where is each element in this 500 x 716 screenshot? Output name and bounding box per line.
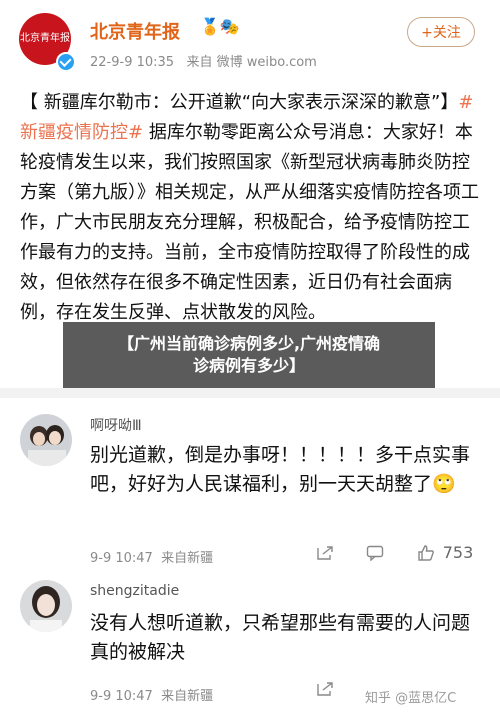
comment-location: 来自新疆 <box>161 551 214 566</box>
author-name[interactable]: 北京青年报 <box>90 18 180 44</box>
post-source: 来自 微博 weibo.com <box>186 55 317 70</box>
comment-time: 9-9 10:47 <box>90 551 153 566</box>
comment-username[interactable]: 啊呀呦Ⅲ <box>90 415 142 435</box>
author-badges-icon: 🏅🎭 <box>200 17 240 36</box>
verified-icon <box>56 52 76 72</box>
share-icon[interactable] <box>316 545 334 561</box>
post-header: 北京青年报 北京青年报 🏅🎭 22-9-9 10:35 来自 微博 weibo.… <box>0 0 500 80</box>
follow-button[interactable]: +关注 <box>407 17 475 47</box>
post-body: 【 新疆库尔勒市：公开道歉“向大家表示深深的歉意”】#新疆疫情防控# 据库尔勒零… <box>20 88 480 328</box>
watermark: 知乎 @蓝思亿C <box>365 691 457 706</box>
comment-username[interactable]: shengzitadie <box>90 583 179 599</box>
post-headline: 【 新疆库尔勒市：公开道歉“向大家表示深深的歉意”】 <box>20 92 459 113</box>
comment-time: 9-9 10:47 <box>90 689 153 704</box>
comment-meta: 9-9 10:47 来自新疆 <box>90 685 213 704</box>
avatar-photo-icon <box>20 580 72 632</box>
comment-meta: 9-9 10:47 来自新疆 <box>90 547 213 566</box>
overlay-line-2: 诊病例有多少】 <box>192 356 305 375</box>
comment-text: 别光道歉，倒是办事呀！！！！！多干点实事吧，好好为人民谋福利，别一天天胡整了🙄 <box>90 444 471 495</box>
comment-avatar[interactable] <box>20 414 72 466</box>
weibo-post-page: 北京青年报 北京青年报 🏅🎭 22-9-9 10:35 来自 微博 weibo.… <box>0 0 500 716</box>
post-body-text: 据库尔勒零距离公众号消息：大家好！本轮疫情发生以来，我们按照国家《新型冠状病毒肺… <box>20 122 479 323</box>
post-timestamp: 22-9-9 10:35 <box>90 55 175 70</box>
share-icon[interactable] <box>316 681 334 697</box>
comment-avatar[interactable] <box>20 580 72 632</box>
avatar-text: 北京青年报 <box>20 33 70 44</box>
like-count: 753 <box>442 543 474 562</box>
comment-icon[interactable] <box>366 545 384 562</box>
comment-location: 来自新疆 <box>161 689 214 704</box>
comment-actions: 753 <box>316 543 473 562</box>
like-icon[interactable] <box>417 544 435 561</box>
overlay-caption: 【广州当前确诊病例多少,广州疫情确 诊病例有多少】 <box>63 322 435 388</box>
post-meta: 22-9-9 10:35 来自 微博 weibo.com <box>90 51 317 70</box>
comment-actions <box>316 681 334 697</box>
avatar-photo-icon <box>20 414 72 466</box>
overlay-line-1: 【广州当前确诊病例多少,广州疫情确 <box>117 334 381 353</box>
section-divider <box>0 388 500 398</box>
comment-text: 没有人想听道歉，只希望那些有需要的人问题真的被解决 <box>90 612 471 663</box>
